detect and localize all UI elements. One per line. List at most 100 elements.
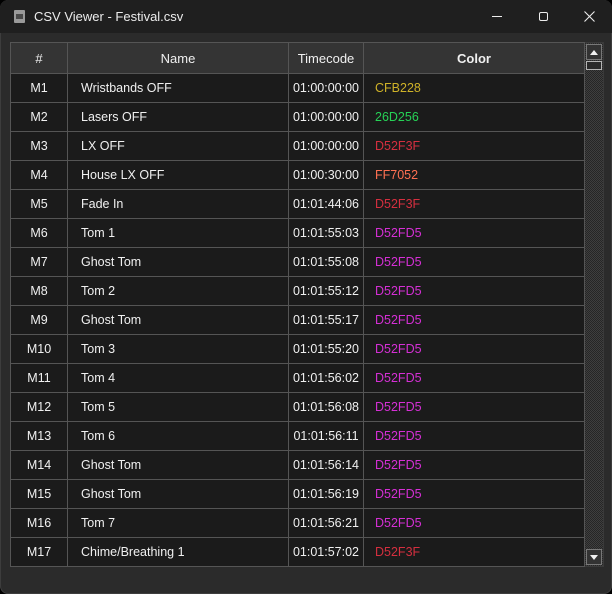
table-row[interactable]: M17 Chime/Breathing 1 01:01:57:02 D52F3F [10, 537, 585, 567]
document-icon [14, 10, 25, 23]
cell-color: D52FD5 [363, 334, 585, 364]
csv-grid: # Name Timecode Color M1 Wristbands OFF … [10, 42, 604, 567]
table-row[interactable]: M11 Tom 4 01:01:56:02 D52FD5 [10, 363, 585, 393]
scrollbar-thumb[interactable] [586, 61, 602, 70]
cell-cue-id: M8 [10, 276, 68, 306]
cell-timecode: 01:00:00:00 [288, 131, 364, 161]
table-row[interactable]: M15 Ghost Tom 01:01:56:19 D52FD5 [10, 479, 585, 509]
cell-timecode: 01:01:44:06 [288, 189, 364, 219]
cell-color: D52FD5 [363, 421, 585, 451]
csv-table: # Name Timecode Color M1 Wristbands OFF … [10, 42, 585, 567]
table-row[interactable]: M16 Tom 7 01:01:56:21 D52FD5 [10, 508, 585, 538]
cell-timecode: 01:01:56:08 [288, 392, 364, 422]
window-title: CSV Viewer - Festival.csv [34, 9, 184, 24]
cell-name: Tom 7 [67, 508, 289, 538]
scrollbar-track[interactable] [585, 71, 603, 548]
close-icon [583, 11, 595, 22]
cell-cue-id: M14 [10, 450, 68, 480]
cell-cue-id: M15 [10, 479, 68, 509]
table-row[interactable]: M1 Wristbands OFF 01:00:00:00 CFB228 [10, 73, 585, 103]
cell-name: Tom 1 [67, 218, 289, 248]
cell-name: Ghost Tom [67, 247, 289, 277]
table-row[interactable]: M5 Fade In 01:01:44:06 D52F3F [10, 189, 585, 219]
cell-name: Tom 4 [67, 363, 289, 393]
cell-cue-id: M12 [10, 392, 68, 422]
cell-name: Fade In [67, 189, 289, 219]
table-row[interactable]: M9 Ghost Tom 01:01:55:17 D52FD5 [10, 305, 585, 335]
cell-name: Ghost Tom [67, 479, 289, 509]
table-row[interactable]: M14 Ghost Tom 01:01:56:14 D52FD5 [10, 450, 585, 480]
cell-name: Chime/Breathing 1 [67, 537, 289, 567]
cell-color: D52FD5 [363, 450, 585, 480]
cell-color: D52FD5 [363, 247, 585, 277]
header-row: # Name Timecode Color [10, 42, 585, 74]
cell-name: Ghost Tom [67, 305, 289, 335]
cell-timecode: 01:00:00:00 [288, 73, 364, 103]
cell-timecode: 01:01:55:08 [288, 247, 364, 277]
cell-name: Ghost Tom [67, 450, 289, 480]
cell-color: D52FD5 [363, 392, 585, 422]
cell-name: Tom 2 [67, 276, 289, 306]
cell-cue-id: M6 [10, 218, 68, 248]
cell-name: Lasers OFF [67, 102, 289, 132]
cell-cue-id: M2 [10, 102, 68, 132]
csv-viewer-window: CSV Viewer - Festival.csv # Name Timecod… [0, 0, 612, 594]
table-row[interactable]: M6 Tom 1 01:01:55:03 D52FD5 [10, 218, 585, 248]
cell-name: Tom 6 [67, 421, 289, 451]
cell-color: D52FD5 [363, 218, 585, 248]
cell-timecode: 01:01:56:14 [288, 450, 364, 480]
scroll-down-arrow-icon [590, 554, 598, 560]
cell-color: D52FD5 [363, 363, 585, 393]
scroll-up-arrow-icon [590, 49, 598, 55]
cell-color: D52F3F [363, 189, 585, 219]
window-controls [474, 0, 612, 33]
cell-timecode: 01:00:30:00 [288, 160, 364, 190]
cell-timecode: 01:01:56:02 [288, 363, 364, 393]
cell-timecode: 01:01:56:19 [288, 479, 364, 509]
cell-timecode: 01:01:55:03 [288, 218, 364, 248]
scroll-up-button[interactable] [586, 44, 602, 60]
column-header-color[interactable]: Color [363, 42, 585, 74]
minimize-icon [492, 16, 502, 17]
cell-name: Wristbands OFF [67, 73, 289, 103]
cell-color: FF7052 [363, 160, 585, 190]
cell-cue-id: M1 [10, 73, 68, 103]
vertical-scrollbar[interactable] [585, 42, 604, 567]
table-row[interactable]: M8 Tom 2 01:01:55:12 D52FD5 [10, 276, 585, 306]
cell-cue-id: M16 [10, 508, 68, 538]
maximize-icon [538, 12, 548, 21]
table-row[interactable]: M12 Tom 5 01:01:56:08 D52FD5 [10, 392, 585, 422]
cell-timecode: 01:01:56:11 [288, 421, 364, 451]
cell-cue-id: M7 [10, 247, 68, 277]
cell-name: House LX OFF [67, 160, 289, 190]
cell-color: D52FD5 [363, 305, 585, 335]
table-row[interactable]: M3 LX OFF 01:00:00:00 D52F3F [10, 131, 585, 161]
cell-cue-id: M5 [10, 189, 68, 219]
cell-timecode: 01:01:55:12 [288, 276, 364, 306]
cell-color: D52FD5 [363, 479, 585, 509]
cell-cue-id: M13 [10, 421, 68, 451]
cell-cue-id: M9 [10, 305, 68, 335]
column-header-name[interactable]: Name [67, 42, 289, 74]
cell-timecode: 01:01:55:20 [288, 334, 364, 364]
scroll-down-button[interactable] [586, 549, 602, 565]
table-row[interactable]: M13 Tom 6 01:01:56:11 D52FD5 [10, 421, 585, 451]
column-header-timecode[interactable]: Timecode [288, 42, 364, 74]
cell-timecode: 01:01:56:21 [288, 508, 364, 538]
cell-timecode: 01:01:57:02 [288, 537, 364, 567]
maximize-button[interactable] [520, 0, 566, 33]
minimize-button[interactable] [474, 0, 520, 33]
table-row[interactable]: M2 Lasers OFF 01:00:00:00 26D256 [10, 102, 585, 132]
cell-color: D52FD5 [363, 276, 585, 306]
table-row[interactable]: M10 Tom 3 01:01:55:20 D52FD5 [10, 334, 585, 364]
cell-color: 26D256 [363, 102, 585, 132]
cell-name: LX OFF [67, 131, 289, 161]
column-header-number[interactable]: # [10, 42, 68, 74]
cell-timecode: 01:01:55:17 [288, 305, 364, 335]
close-button[interactable] [566, 0, 612, 33]
cell-cue-id: M3 [10, 131, 68, 161]
table-row[interactable]: M4 House LX OFF 01:00:30:00 FF7052 [10, 160, 585, 190]
table-row[interactable]: M7 Ghost Tom 01:01:55:08 D52FD5 [10, 247, 585, 277]
cell-cue-id: M4 [10, 160, 68, 190]
titlebar[interactable]: CSV Viewer - Festival.csv [0, 0, 612, 33]
